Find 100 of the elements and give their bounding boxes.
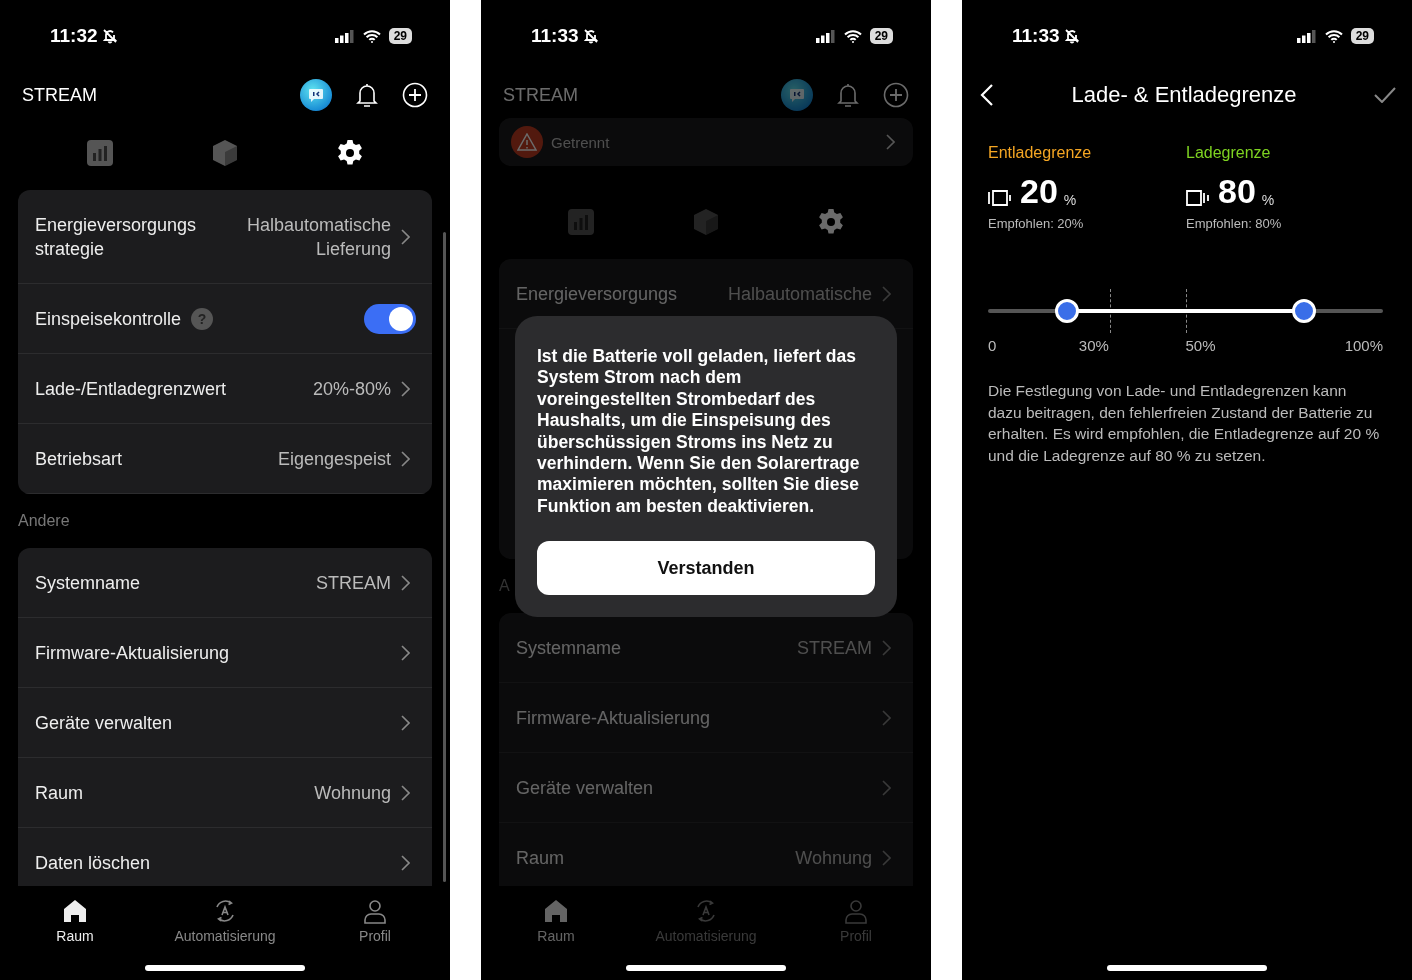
range-slider[interactable] — [988, 289, 1383, 333]
nav-tab[interactable]: Automatisierung — [150, 886, 300, 980]
row-value: Halbautomatische Lieferung — [245, 213, 391, 261]
row-label: Betriebsart — [35, 447, 123, 471]
chevron-right-icon — [401, 714, 410, 731]
row-label: Einspeisekontrolle — [35, 307, 182, 331]
chart-icon — [86, 139, 115, 167]
limit-value: 80 — [1218, 174, 1256, 208]
chevron-right-icon — [882, 639, 891, 656]
scale-label: 50% — [1185, 337, 1217, 354]
row-label: Energieversorgungs — [516, 282, 678, 306]
chevron-right-icon — [401, 574, 410, 591]
row-label: Lade-/Entladegrenzwert — [35, 377, 227, 401]
chevron-right-icon — [882, 779, 891, 796]
signal-icon — [334, 29, 355, 43]
chevron-right-icon — [401, 854, 410, 871]
row-label: Raum — [516, 846, 564, 870]
limit-label: Ladegrenze — [1186, 144, 1272, 162]
scale-label: 30% — [1078, 337, 1110, 354]
back-icon[interactable] — [980, 83, 994, 107]
wifi-icon — [843, 29, 862, 43]
status-time: 11:32 — [50, 25, 98, 47]
settings-row[interactable]: Lade-/Entladegrenzwert 20%-80% — [18, 354, 432, 424]
row-value: Halbautomatische — [727, 282, 872, 306]
row-label: Energieversorgungs strategie — [35, 213, 198, 261]
limit-unit: % — [1261, 192, 1275, 208]
section-label: Andere — [18, 512, 70, 530]
settings-row[interactable]: Systemname STREAM — [18, 548, 432, 618]
settings-row[interactable]: Energieversorgungs strategie Halbautomatische Lieferung — [18, 190, 432, 284]
chevron-right-icon — [401, 450, 410, 467]
description-text: Die Festlegung von Lade- und Entladegrenzen kann dazu beitragen, den fehlerfreien Zustand der Batterie zu erhalten. Es wird empfohlen, die Entladegrenze auf 20 % und die Ladegrenze auf 80 % zu setzen. — [988, 381, 1381, 466]
chat-bubble-icon[interactable] — [300, 79, 332, 111]
settings-row[interactable]: Betriebsart Eigengespeist — [18, 424, 432, 494]
chevron-right-icon — [882, 709, 891, 726]
user-icon — [843, 898, 869, 924]
slider-thumb[interactable] — [1055, 299, 1079, 323]
checkmark-icon[interactable] — [1374, 87, 1396, 103]
alert-text: Getrennt — [551, 133, 610, 151]
toggle-switch[interactable] — [364, 303, 416, 334]
bell-off-icon — [1063, 28, 1080, 44]
nav-tab[interactable]: Profil — [300, 886, 450, 980]
add-icon[interactable] — [402, 82, 428, 108]
view-tab[interactable] — [335, 139, 364, 167]
warning-icon — [511, 126, 543, 158]
row-label: Geräte verwalten — [35, 711, 173, 735]
cube-icon — [692, 208, 720, 236]
settings-row[interactable]: Geräte verwalten — [499, 753, 913, 823]
battery-icon — [988, 188, 1014, 208]
row-label: Firmware-Aktualisierung — [516, 706, 711, 730]
signal-icon — [815, 29, 836, 43]
app-title: STREAM — [22, 84, 97, 106]
row-label: Firmware-Aktualisierung — [35, 641, 230, 665]
bell-off-icon — [101, 28, 118, 44]
settings-row[interactable]: Raum Wohnung — [499, 823, 913, 886]
settings-row[interactable]: Daten löschen — [18, 828, 432, 886]
battery-icon — [1186, 188, 1212, 208]
confirm-button[interactable]: Verstanden — [537, 541, 875, 596]
bell-icon[interactable] — [356, 83, 378, 107]
chevron-right-icon — [401, 784, 410, 801]
app-title: STREAM — [503, 84, 578, 106]
user-icon — [362, 898, 388, 924]
chart-icon — [567, 208, 596, 236]
limit-label: Entladegrenze — [988, 144, 1093, 162]
recommended-text: Empfohlen: 20% — [988, 216, 1085, 231]
row-value: STREAM — [316, 571, 391, 595]
status-time: 11:33 — [1012, 25, 1060, 47]
row-value: Wohnung — [314, 781, 391, 805]
row-value: Eigengespeist — [277, 447, 391, 471]
chevron-right-icon — [401, 644, 410, 661]
chevron-right-icon — [882, 849, 891, 866]
battery-level: 29 — [869, 28, 893, 44]
settings-icon — [816, 208, 845, 236]
settings-row[interactable]: Geräte verwalten — [18, 688, 432, 758]
bell-off-icon — [582, 28, 599, 44]
wifi-icon — [1324, 29, 1343, 43]
row-label: Systemname — [35, 571, 141, 595]
chevron-right-icon — [886, 134, 895, 150]
home-icon — [543, 898, 569, 924]
nav-tab[interactable]: Raum — [481, 886, 631, 980]
settings-row[interactable]: Firmware-Aktualisierung — [18, 618, 432, 688]
settings-row[interactable]: Raum Wohnung — [18, 758, 432, 828]
recommended-text: Empfohlen: 80% — [1186, 216, 1283, 231]
dialog-text: Ist die Batterie voll geladen, liefert das System Strom nach dem voreingestellten Strombedarf des Haushalts, um die Einspeisung des überschüssigen Stroms ins Netz zu verhindern. Wenn Sie den Solarertrage maximieren möchten, sollten Sie diese Funktion am besten deaktivieren. — [537, 346, 861, 518]
scale-label: 0 — [988, 337, 998, 354]
wifi-icon — [362, 29, 381, 43]
cube-icon — [211, 139, 239, 167]
row-label: Systemname — [516, 636, 622, 660]
nav-tab[interactable]: Raum — [0, 886, 150, 980]
row-value: Wohnung — [795, 846, 872, 870]
limit-value: 20 — [1020, 174, 1058, 208]
row-value: 20%-80% — [312, 377, 391, 401]
row-label: Raum — [35, 781, 83, 805]
row-value: STREAM — [797, 636, 872, 660]
limit-unit: % — [1063, 192, 1077, 208]
signal-icon — [1296, 29, 1317, 43]
row-label: Geräte verwalten — [516, 776, 654, 800]
slider-thumb[interactable] — [1292, 299, 1316, 323]
settings-row[interactable]: Firmware-Aktualisierung — [499, 683, 913, 753]
status-time: 11:33 — [531, 25, 579, 47]
scale-label: 100% — [1344, 337, 1383, 354]
